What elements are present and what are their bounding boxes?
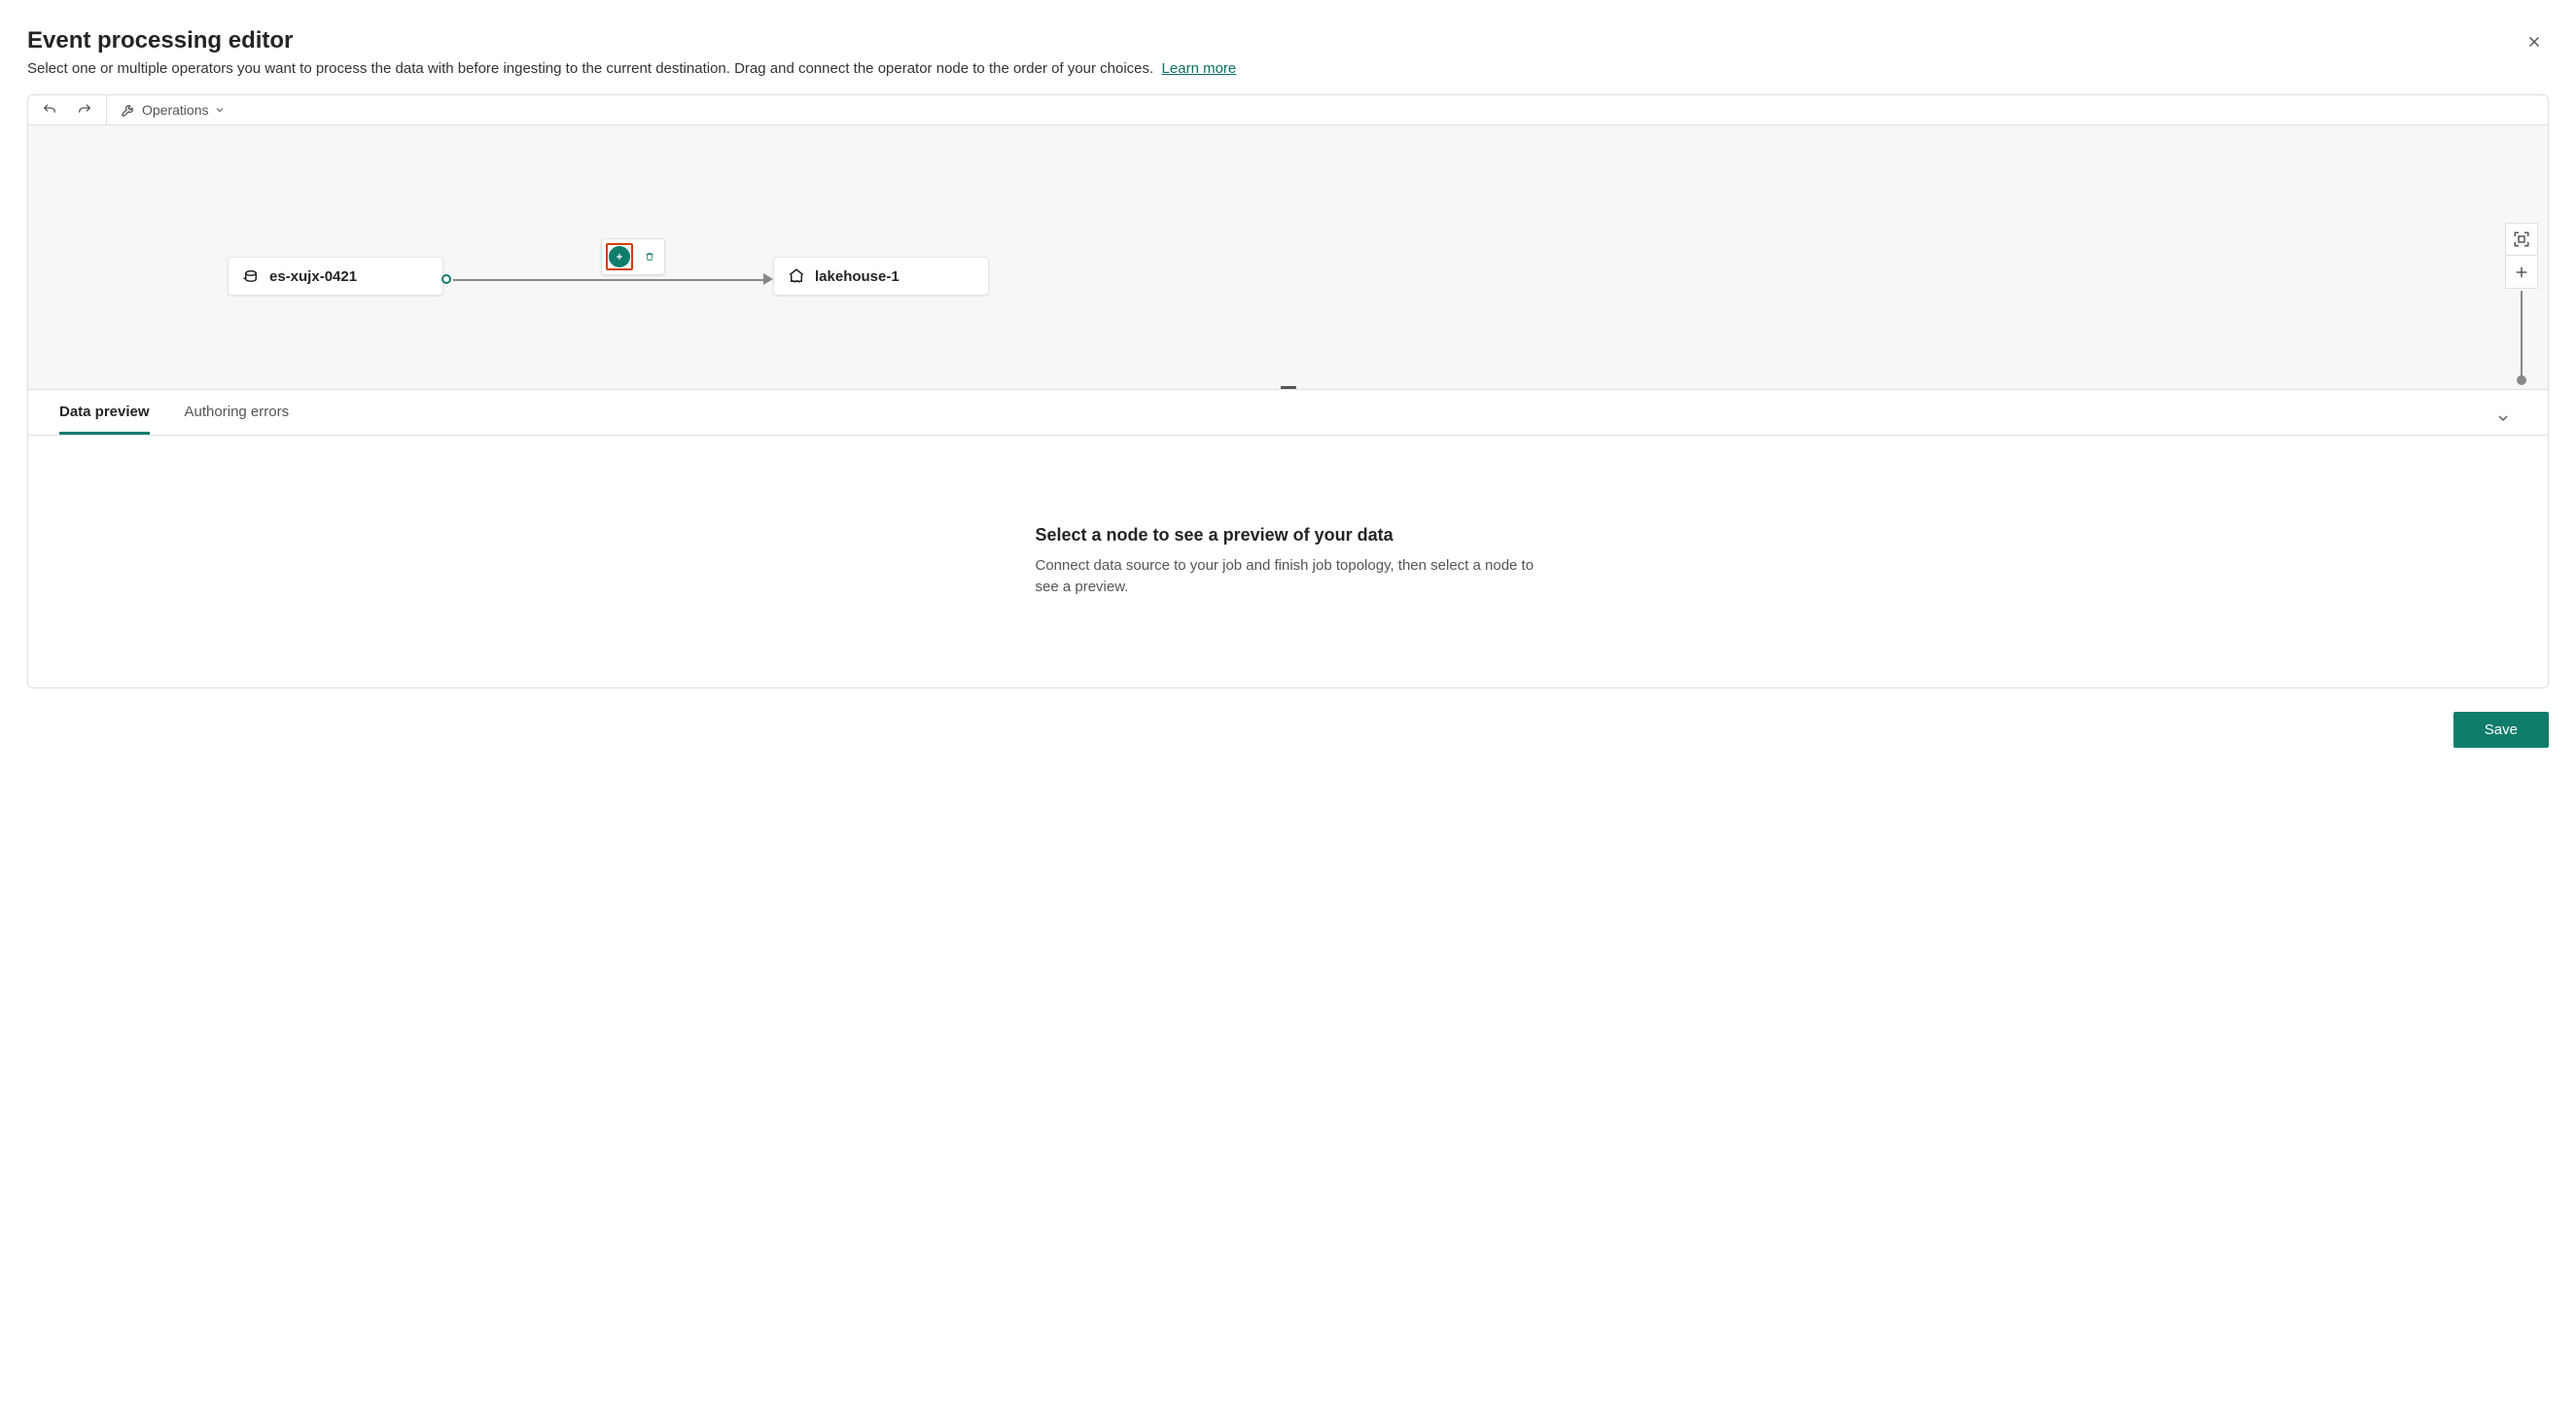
editor-toolbar: Operations (27, 94, 2549, 125)
edge-delete-button[interactable] (639, 243, 660, 270)
close-button[interactable] (2520, 27, 2549, 59)
tab-data-preview[interactable]: Data preview (59, 404, 150, 435)
zoom-in-button[interactable] (2505, 256, 2538, 289)
destination-node[interactable]: lakehouse-1 (773, 257, 989, 296)
page-title: Event processing editor (27, 27, 1236, 54)
edge-add-operator-button[interactable] (609, 246, 630, 267)
undo-icon (42, 102, 57, 118)
destination-node-label: lakehouse-1 (815, 268, 900, 285)
source-node-label: es-xujx-0421 (269, 268, 357, 285)
wrench-icon (121, 102, 136, 118)
panel-splitter[interactable] (1281, 386, 1296, 390)
operations-label: Operations (142, 102, 208, 118)
plus-icon (2513, 264, 2530, 281)
tab-authoring-errors[interactable]: Authoring errors (185, 404, 290, 435)
flow-canvas[interactable]: es-xujx-0421 lakehouse-1 (27, 125, 2549, 390)
operations-dropdown[interactable]: Operations (117, 100, 229, 120)
learn-more-link[interactable]: Learn more (1162, 60, 1237, 77)
edge-toolbar (601, 238, 665, 275)
zoom-slider[interactable] (2521, 291, 2523, 380)
chevron-down-icon (2495, 410, 2511, 426)
redo-button[interactable] (73, 100, 96, 120)
save-button[interactable]: Save (2453, 712, 2549, 748)
edge-add-highlight (606, 243, 633, 270)
source-node[interactable]: es-xujx-0421 (228, 257, 443, 296)
fit-view-icon (2513, 230, 2530, 248)
flow-edge-arrow (763, 273, 773, 285)
flow-edge[interactable] (453, 279, 764, 281)
canvas-controls (2505, 223, 2538, 380)
chevron-down-icon (214, 104, 226, 116)
empty-state-title: Select a node to see a preview of your d… (1036, 525, 1541, 546)
collapse-preview-button[interactable] (2489, 409, 2517, 430)
redo-icon (77, 102, 92, 118)
preview-tabs-row: Data preview Authoring errors (27, 390, 2549, 436)
preview-body: Select a node to see a preview of your d… (27, 436, 2549, 688)
trash-icon (645, 249, 654, 264)
undo-button[interactable] (38, 100, 61, 120)
source-node-output-port[interactable] (441, 274, 451, 284)
subtitle-text: Select one or multiple operators you wan… (27, 60, 1153, 77)
stream-icon (242, 267, 260, 285)
zoom-slider-thumb[interactable] (2517, 375, 2526, 385)
lakehouse-icon (788, 267, 805, 285)
fit-view-button[interactable] (2505, 223, 2538, 256)
plus-icon (615, 250, 624, 264)
page-subtitle: Select one or multiple operators you wan… (27, 60, 1236, 77)
empty-state-description: Connect data source to your job and fini… (1036, 555, 1541, 599)
close-icon (2525, 33, 2543, 51)
